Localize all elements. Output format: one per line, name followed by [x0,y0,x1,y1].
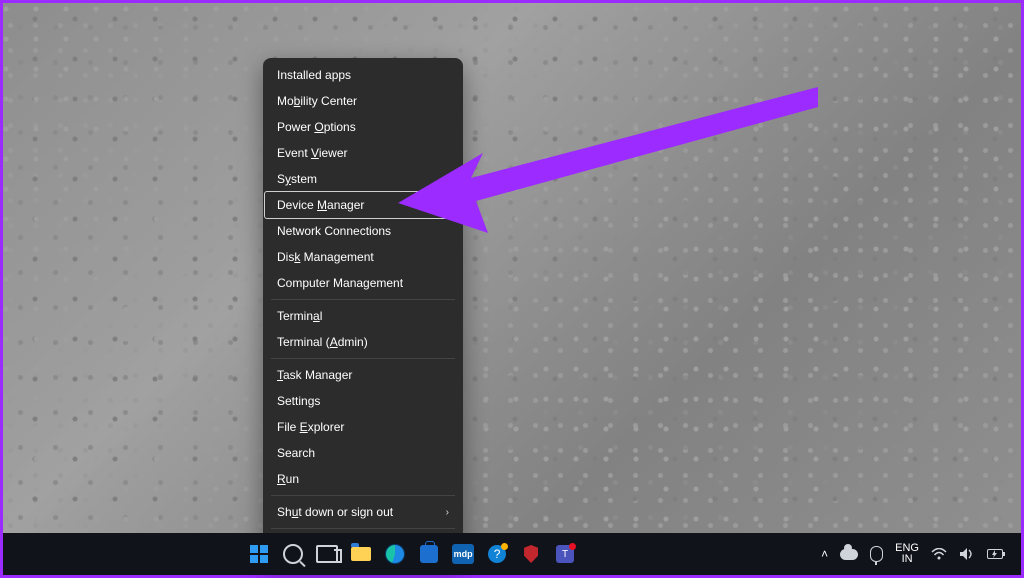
search-button[interactable] [281,542,305,566]
mcafee-button[interactable] [519,542,543,566]
menu-item-label: Installed apps [277,68,351,82]
menu-item-label: Settings [277,394,320,408]
menu-item-network-connections[interactable]: Network Connections [263,218,463,244]
menu-item-task-manager[interactable]: Task Manager [263,362,463,388]
menu-item-label: Device Manager [277,198,364,212]
help-icon: ? [488,545,506,563]
edge-button[interactable] [383,542,407,566]
menu-item-event-viewer[interactable]: Event Viewer [263,140,463,166]
mdp-icon: mdp [452,544,474,564]
menu-item-label: Power Options [277,120,356,134]
menu-item-label: Network Connections [277,224,391,238]
menu-item-label: Disk Management [277,250,374,264]
menu-item-label: Run [277,472,299,486]
battery-icon [987,548,1007,560]
onedrive-tray[interactable] [840,549,858,560]
menu-item-device-manager[interactable]: Device Manager [265,192,461,218]
mdp-app-button[interactable]: mdp [451,542,475,566]
menu-separator [271,528,455,529]
start-button[interactable] [247,542,271,566]
menu-separator [271,358,455,359]
speaker-icon [959,547,975,561]
menu-item-disk-management[interactable]: Disk Management [263,244,463,270]
edge-icon [385,544,405,564]
teams-button[interactable]: T [553,542,577,566]
menu-item-installed-apps[interactable]: Installed apps [263,62,463,88]
menu-item-shut-down-or-sign-out[interactable]: Shut down or sign out › [263,499,463,525]
menu-item-label: File Explorer [277,420,344,434]
chevron-right-icon: › [446,507,449,518]
cloud-icon [840,549,858,560]
windows-logo-icon [250,545,268,563]
microphone-icon [870,546,883,562]
menu-item-label: Terminal (Admin) [277,335,368,349]
taskbar: mdp ? T ˄ ENG IN [3,533,1021,575]
menu-item-label: Event Viewer [277,146,348,160]
help-app-button[interactable]: ? [485,542,509,566]
menu-item-label: Computer Management [277,276,403,290]
menu-item-mobility-center[interactable]: Mobility Center [263,88,463,114]
task-view-button[interactable] [315,542,339,566]
wifi-icon [931,548,947,560]
taskbar-center: mdp ? T [3,542,821,566]
menu-item-file-explorer[interactable]: File Explorer [263,414,463,440]
tray-overflow-button[interactable]: ˄ [821,547,828,561]
task-view-icon [316,545,338,563]
mcafee-shield-icon [524,545,538,563]
battery-tray[interactable] [987,548,1007,560]
menu-separator [271,299,455,300]
wifi-tray[interactable] [931,548,947,560]
microphone-tray[interactable] [870,546,883,562]
teams-icon: T [556,545,574,563]
microsoft-store-button[interactable] [417,542,441,566]
menu-item-power-options[interactable]: Power Options [263,114,463,140]
menu-item-label: Search [277,446,315,460]
menu-item-run[interactable]: Run [263,466,463,492]
language-indicator[interactable]: ENG IN [895,543,919,565]
menu-item-label: Task Manager [277,368,352,382]
menu-item-label: Mobility Center [277,94,357,108]
chevron-up-icon: ˄ [821,547,828,561]
menu-item-label: System [277,172,317,186]
volume-tray[interactable] [959,547,975,561]
winx-context-menu: Installed apps Mobility Center Power Optio… [263,58,463,562]
folder-icon [351,547,371,561]
menu-item-terminal-admin[interactable]: Terminal (Admin) [263,329,463,355]
store-icon [420,545,438,563]
menu-item-system[interactable]: System [263,166,463,192]
menu-item-label: Terminal [277,309,322,323]
menu-item-settings[interactable]: Settings [263,388,463,414]
search-icon [283,544,303,564]
menu-separator [271,495,455,496]
language-bottom: IN [895,554,919,565]
menu-item-search[interactable]: Search [263,440,463,466]
taskbar-tray: ˄ ENG IN [821,543,1021,565]
menu-item-computer-management[interactable]: Computer Management [263,270,463,296]
file-explorer-button[interactable] [349,542,373,566]
desktop-wallpaper [3,3,1021,575]
menu-item-terminal[interactable]: Terminal [263,303,463,329]
menu-item-label: Shut down or sign out [277,505,393,519]
